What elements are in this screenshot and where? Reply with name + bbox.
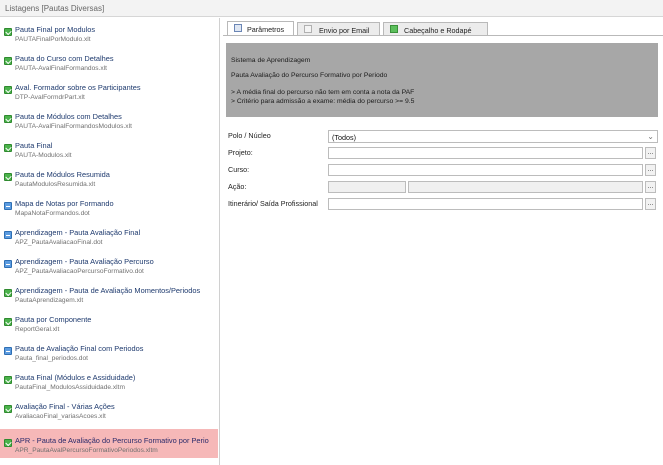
list-item-title: Avaliação Final - Várias Ações [15,402,115,411]
excel-icon [4,28,12,36]
projeto-input[interactable] [328,147,643,159]
list-item-title: Mapa de Notas por Formando [15,199,114,208]
list-item-file: AvaliacaoFinal_variasAcoes.xlt [15,413,106,420]
list-item-title: Pauta de Avaliação Final com Periodos [15,344,144,353]
curso-browse-button[interactable]: ... [645,164,656,176]
excel-icon [4,115,12,123]
list-item-file: APZ_PautaAvaliacaoPercursoFormativo.dot [15,268,144,275]
list-item-title: APR - Pauta de Avaliação do Percurso For… [15,436,209,445]
email-icon [304,25,312,33]
itinerario-browse-button[interactable]: ... [645,198,656,210]
curso-input[interactable] [328,164,643,176]
list-item-title: Aprendizagem - Pauta Avaliação Percurso [15,257,154,266]
list-item-title: Aval. Formador sobre os Participantes [15,83,141,92]
list-item-file: PAUTAFinalPorModulo.xlt [15,36,91,43]
list-item-title: Aprendizagem - Pauta de Avaliação Moment… [15,286,201,295]
chevron-down-icon: ⌄ [647,132,654,141]
word-icon [4,260,12,268]
list-item-file: PAUTA-AvalFinalFormandosModulos.xlt [15,123,132,130]
list-item-selected[interactable]: APR - Pauta de Avaliação do Percurso For… [0,429,218,458]
excel-icon [4,289,12,297]
list-item[interactable]: Pauta do Curso com Detalhes PAUTA-AvalFi… [0,47,218,76]
list-item-file: PautaModulosResumida.xlt [15,181,96,188]
excel-icon [4,405,12,413]
list-item-title: Pauta por Componente [15,315,92,324]
list-item-title: Pauta Final [15,141,53,150]
list-item[interactable]: Aprendizagem - Pauta Avaliação Final APZ… [0,221,218,250]
excel-icon [4,86,12,94]
excel-icon [4,318,12,326]
list-item-file: PautaFinal_ModulosAssiduidade.xltm [15,384,125,391]
list-item[interactable]: Pauta de Módulos Resumida PautaModulosRe… [0,163,218,192]
list-item-file: MapaNotaFormandos.dot [15,210,90,217]
list-item-file: PAUTA-AvalFinalFormandos.xlt [15,65,107,72]
list-item[interactable]: Avaliação Final - Várias Ações Avaliacao… [0,395,218,424]
list-item-file: DTP-AvalFormdrPart.xlt [15,94,85,101]
tab-divider [223,35,663,36]
acao-name-input[interactable] [408,181,643,193]
window-title: Listagens [Pautas Diversas] [5,4,105,13]
info-line: > Critério para admissão a exame: média … [231,98,415,105]
report-list: Pauta Final por Modulos PAUTAFinalPorMod… [0,18,220,465]
itinerario-label: Itinerário/ Saída Profissional [228,199,318,208]
tab-label: Parâmetros [247,25,285,34]
details-pane: Parâmetros Envio por Email Cabeçalho e R… [223,18,663,465]
list-item[interactable]: Pauta Final PAUTA-Modulos.xlt [0,134,218,163]
list-item-title: Pauta Final (Módulos e Assiduidade) [15,373,136,382]
list-item-file: PAUTA-Modulos.xlt [15,152,72,159]
curso-label: Curso: [228,165,250,174]
list-item-title: Pauta do Curso com Detalhes [15,54,114,63]
list-item[interactable]: Pauta por Componente ReportGeral.xlt [0,308,218,337]
tab-label: Cabeçalho e Rodapé [404,26,472,35]
list-item[interactable]: Aval. Formador sobre os Participantes DT… [0,76,218,105]
acao-label: Ação: [228,182,247,191]
word-icon [4,202,12,210]
list-item-file: Pauta_final_periodos.dot [15,355,88,362]
list-item-file: PautaAprendizagem.xlt [15,297,84,304]
list-item[interactable]: Aprendizagem - Pauta Avaliação Percurso … [0,250,218,279]
excel-icon [4,57,12,65]
list-item-file: APZ_PautaAvaliacaoFinal.dot [15,239,103,246]
excel-icon [4,144,12,152]
list-item[interactable]: Pauta Final (Módulos e Assiduidade) Paut… [0,366,218,395]
word-icon [4,231,12,239]
polo-value: (Todos) [332,133,356,142]
list-item[interactable]: Mapa de Notas por Formando MapaNotaForma… [0,192,218,221]
excel-icon [4,439,12,447]
list-item-file: APR_PautaAvalPercursoFormativoPeriodos.x… [15,447,158,454]
polo-label: Polo / Núcleo [228,131,271,140]
window-title-bar: Listagens [Pautas Diversas] [0,0,663,17]
acao-browse-button[interactable]: ... [645,181,656,193]
header-footer-icon [390,25,398,33]
list-item-title: Aprendizagem - Pauta Avaliação Final [15,228,141,237]
list-item-title: Pauta de Módulos Resumida [15,170,110,179]
parameters-icon [234,24,242,32]
info-line: > A média final do percurso não tem em c… [231,89,415,96]
excel-icon [4,173,12,181]
report-info-panel: Sistema de Aprendizagem Pauta Avaliação … [226,43,658,117]
list-item[interactable]: Pauta de Módulos com Detalhes PAUTA-Aval… [0,105,218,134]
list-item[interactable]: Pauta Final por Modulos PAUTAFinalPorMod… [0,18,218,47]
info-line: Sistema de Aprendizagem [231,57,311,64]
list-item-file: ReportGeral.xlt [15,326,60,333]
excel-icon [4,376,12,384]
tab-label: Envio por Email [319,26,370,35]
itinerario-input[interactable] [328,198,643,210]
tab-parametros[interactable]: Parâmetros [227,21,294,36]
list-item[interactable]: Aprendizagem - Pauta de Avaliação Moment… [0,279,218,308]
list-item[interactable]: Pauta de Avaliação Final com Periodos Pa… [0,337,218,366]
list-item-title: Pauta de Módulos com Detalhes [15,112,122,121]
word-icon [4,347,12,355]
list-item-title: Pauta Final por Modulos [15,25,96,34]
projeto-label: Projeto: [228,148,253,157]
tab-cabecalho-rodape[interactable]: Cabeçalho e Rodapé [383,22,488,35]
tab-envio-email[interactable]: Envio por Email [297,22,380,35]
acao-code-input[interactable] [328,181,406,193]
polo-select[interactable]: (Todos) ⌄ [328,130,658,143]
info-line: Pauta Avaliação do Percurso Formativo po… [231,72,388,79]
projeto-browse-button[interactable]: ... [645,147,656,159]
